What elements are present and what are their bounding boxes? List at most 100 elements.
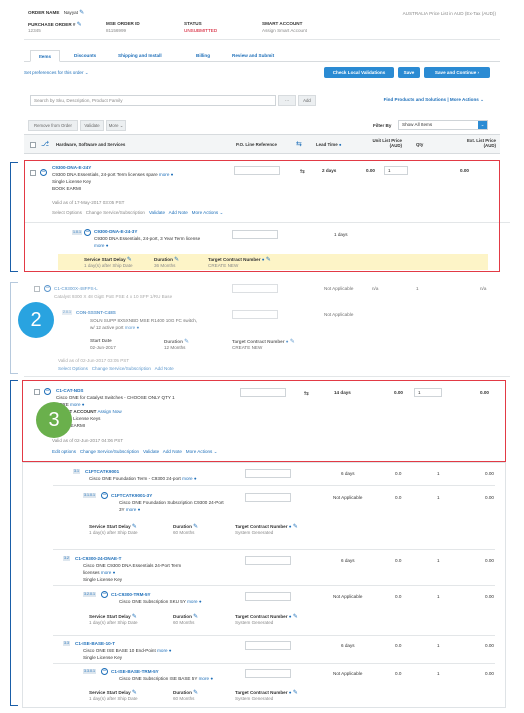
item-desc: Cisco ONE Foundation Term - C9300 24-por…: [89, 476, 197, 481]
item-sku[interactable]: C1-C9300-TRM-5Y: [111, 592, 151, 597]
item-ext-price: 0.00: [485, 671, 494, 676]
item-desc2: licenses more ●: [83, 570, 116, 575]
chevron-down-icon: ⌄: [119, 123, 124, 128]
item-qty: 1: [437, 558, 440, 563]
select-all-checkbox[interactable]: [30, 142, 36, 148]
item-sku[interactable]: C1FTCATK9001: [85, 469, 119, 474]
col-unit: Unit List Price (AUD): [372, 138, 402, 148]
line-number-badge: 3.2: [63, 556, 70, 561]
po-ref-input[interactable]: [245, 592, 291, 601]
duration-label: Duration ✎: [173, 524, 199, 530]
tab-discounts[interactable]: Discounts: [74, 50, 96, 62]
info-icon: ●: [285, 339, 289, 344]
more-link[interactable]: more: [101, 570, 111, 575]
col-hw: Hardware, Software and Services: [56, 142, 126, 147]
item-sku[interactable]: C1-C9300X-48FPS-L: [54, 286, 98, 291]
more-link[interactable]: more: [182, 476, 192, 481]
item-sku[interactable]: C1-C9300-24-DNAE-T: [75, 556, 121, 561]
copy-ref-icon[interactable]: ⇆: [296, 140, 302, 148]
group-bracket-3: [10, 380, 18, 706]
smart-account-label: SMART ACCOUNT: [262, 21, 303, 26]
annotation-marker-2: 2: [18, 302, 54, 338]
line-number-badge: 3.1.0.1: [83, 493, 96, 498]
annotation-marker-3: 3: [36, 402, 72, 438]
collapse-icon[interactable]: −: [44, 285, 51, 292]
po-ref-input[interactable]: [245, 493, 291, 502]
edit-pencil-icon[interactable]: ✎: [293, 614, 298, 620]
edit-pencil-icon[interactable]: ✎: [293, 524, 298, 530]
info-icon: ●: [192, 476, 197, 481]
item-qty: 1: [437, 495, 440, 500]
item-qty: 1: [437, 471, 440, 476]
info-icon: ●: [197, 599, 202, 604]
item-lead: Not Applicable: [333, 495, 363, 500]
validate-button[interactable]: Validate: [80, 120, 104, 131]
item-desc: Cisco ONE Foundation Subscription C9300 …: [119, 500, 224, 505]
hierarchy-icon[interactable]: ⎇: [41, 140, 49, 148]
edit-pencil-icon[interactable]: ✎: [293, 690, 298, 696]
info-icon: ●: [111, 570, 116, 575]
change-service-link[interactable]: Change Service/Subscription: [92, 366, 151, 371]
item-lead: Not Applicable: [324, 312, 354, 317]
more-link[interactable]: more: [157, 648, 167, 653]
more-link[interactable]: more: [199, 676, 209, 681]
more-link[interactable]: more: [125, 325, 135, 330]
item-sku[interactable]: C1-ISE-BASE-10-T: [75, 641, 115, 646]
col-ext: Ext. List Price (AUD): [466, 138, 496, 148]
po-ref-input[interactable]: [232, 284, 278, 293]
duration-value: 60 Months: [173, 530, 195, 535]
tcn-value: System Generated: [235, 696, 274, 701]
tab-billing[interactable]: Billing: [196, 50, 210, 62]
save-continue-button[interactable]: Save and Continue ›: [424, 67, 490, 78]
collapse-icon[interactable]: −: [101, 591, 108, 598]
item-unit-price: 0.0: [395, 471, 402, 476]
collapse-icon[interactable]: −: [101, 668, 108, 675]
status-value: UNSUBMITTED: [184, 28, 218, 33]
item-unit-price: 0.0: [395, 558, 402, 563]
more-button[interactable]: More ⌄: [106, 120, 126, 131]
item-sku[interactable]: C1-ISE-BASE-TRM-5Y: [111, 669, 159, 674]
tab-review[interactable]: Review and Submit: [232, 50, 274, 62]
item-unit-price: 0.0: [395, 671, 402, 676]
item-checkbox[interactable]: [34, 286, 40, 292]
item-desc2: w/ 12 active port more ●: [90, 325, 140, 330]
tab-shipping[interactable]: Shipping and Install: [118, 50, 162, 62]
po-label: PURCHASE ORDER #: [28, 22, 76, 27]
add-note-link[interactable]: Add Note: [155, 366, 174, 371]
more-link[interactable]: more: [187, 599, 197, 604]
add-button[interactable]: Add: [298, 95, 316, 106]
preferences-link[interactable]: Set preferences for this order ⌄: [24, 70, 89, 76]
po-ref-input[interactable]: [245, 556, 291, 565]
save-button[interactable]: Save: [398, 67, 420, 78]
item-sku[interactable]: CON-SSSNT-C48S: [76, 310, 116, 315]
more-link[interactable]: more: [126, 507, 136, 512]
start-date-value: 02-Jun-2017: [90, 345, 116, 350]
item-desc: Cisco ONE Subscription ISE BASE 5Y more …: [119, 676, 214, 681]
item-ext-price: 0.00: [485, 594, 494, 599]
edit-pencil-icon[interactable]: ✎: [290, 339, 295, 345]
edit-pencil-icon[interactable]: ✎: [79, 10, 84, 16]
info-icon: ●: [135, 325, 140, 330]
po-ref-input[interactable]: [245, 469, 291, 478]
smart-account-link[interactable]: Assign Smart Account: [262, 28, 307, 33]
tab-items[interactable]: Items: [30, 50, 61, 62]
select-options-link[interactable]: Select Options: [58, 366, 88, 371]
service-start-label: Service Start Delay ✎: [89, 690, 137, 696]
search-clear-button[interactable]: ⋯: [278, 95, 296, 106]
po-ref-input[interactable]: [245, 669, 291, 678]
remove-from-order-button[interactable]: Remove from Order: [28, 120, 78, 131]
po-ref-input[interactable]: [245, 641, 291, 650]
item-sku[interactable]: C1FTCATK9001-3Y: [111, 493, 152, 498]
filter-select[interactable]: Show All Items ⌄: [398, 120, 488, 130]
tcn-label: Target Contract Number ● ✎: [235, 614, 298, 620]
edit-po-icon[interactable]: ✎: [77, 22, 82, 28]
group-bracket-2: [10, 282, 18, 374]
check-local-validations-button[interactable]: Check Local Validations: [324, 67, 394, 78]
order-header: ORDER NAME Nayyat ✎ AUSTRALIA Price List…: [24, 6, 500, 40]
po-ref-input[interactable]: [232, 310, 278, 319]
collapse-icon[interactable]: −: [101, 492, 108, 499]
find-products-link[interactable]: Find Products and Solutions | More Actio…: [384, 97, 484, 103]
order-name-value: Nayyat: [63, 10, 78, 15]
filter-label: Filter By: [373, 123, 392, 128]
search-input[interactable]: Search by Sku, Description, Product Fami…: [30, 95, 276, 106]
